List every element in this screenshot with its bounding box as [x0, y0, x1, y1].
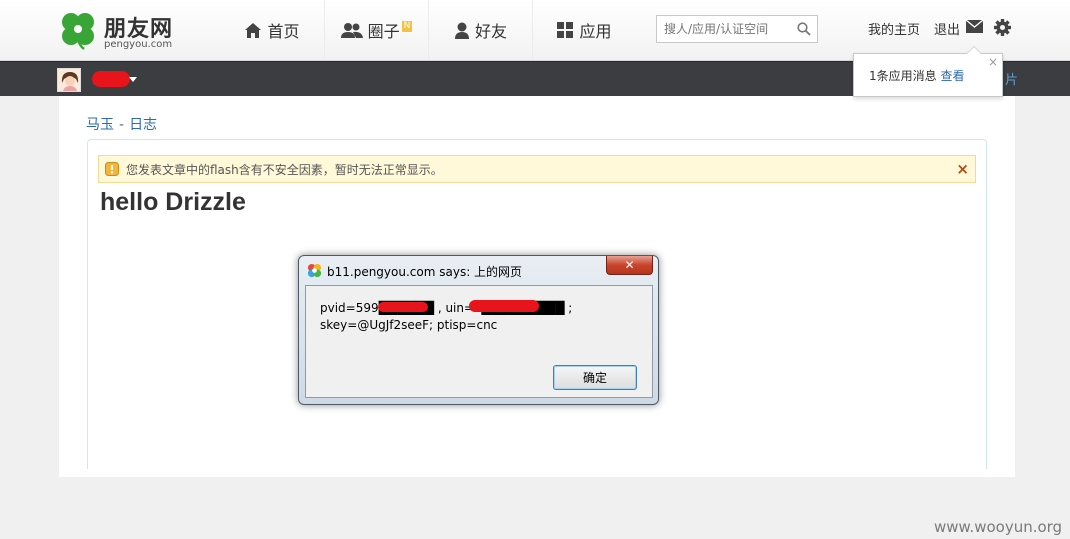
nav-item-friends[interactable]: 好友: [428, 0, 532, 60]
new-badge: N: [401, 20, 413, 32]
nav-item-label: 圈子: [367, 22, 400, 41]
redaction-mark: [378, 302, 428, 312]
warning-text: 您发表文章中的flash含有不安全因素，暂时无法正常显示。: [126, 162, 443, 177]
brand-domain: pengyou.com: [104, 39, 173, 50]
notification-popup: 1条应用消息 查看 ×: [853, 46, 1003, 97]
user-bar-right-link[interactable]: 片: [1005, 69, 1018, 88]
home-icon: [245, 22, 262, 38]
dialog-titlebar[interactable]: b11.pengyou.com says: 上的网页 ✕: [299, 256, 658, 284]
top-navigation-bar: 朋友网 pengyou.com 首页 圈子 N 好友 应用 搜人/应用/认证空间…: [0, 0, 1070, 61]
close-icon[interactable]: ×: [988, 55, 998, 69]
caret-down-icon[interactable]: [129, 77, 137, 82]
mail-icon[interactable]: [966, 20, 983, 33]
gear-icon[interactable]: [994, 19, 1011, 36]
breadcrumb-author[interactable]: 马玉: [86, 117, 114, 133]
avatar[interactable]: [57, 68, 81, 92]
top-right-links: 我的主页 退出: [868, 19, 974, 38]
ok-button[interactable]: 确定: [553, 365, 637, 390]
person-icon: [454, 22, 469, 39]
avatar-image: [58, 69, 80, 91]
alert-dialog: b11.pengyou.com says: 上的网页 ✕ pvid=599███…: [298, 255, 659, 405]
breadcrumb-separator: -: [119, 117, 125, 133]
watermark: www.wooyun.org: [934, 518, 1063, 536]
nav-item-apps[interactable]: 应用: [532, 0, 636, 60]
my-home-link[interactable]: 我的主页: [868, 19, 920, 38]
close-x-icon: ✕: [624, 258, 635, 272]
people-icon: [340, 22, 363, 38]
dialog-message-line-2: skey=@UgJf2seeF; ptisp=cnc: [320, 318, 498, 332]
nav-item-label: 应用: [579, 22, 612, 41]
dialog-title: b11.pengyou.com says: 上的网页: [327, 265, 523, 279]
grid-icon: [557, 21, 574, 38]
notification-text: 1条应用消息: [869, 69, 937, 83]
search-box: [656, 15, 818, 43]
dismiss-warning-icon[interactable]: ×: [956, 160, 969, 178]
clover-logo-icon: [62, 13, 94, 50]
flash-warning-banner: 您发表文章中的flash含有不安全因素，暂时无法正常显示。 ×: [98, 155, 976, 183]
nav-item-label: 首页: [267, 22, 300, 41]
main-nav: 首页 圈子 N 好友 应用: [220, 0, 636, 60]
logout-link[interactable]: 退出: [934, 19, 960, 38]
view-notification-link[interactable]: 查看: [940, 69, 964, 83]
breadcrumb-section[interactable]: 日志: [129, 117, 157, 133]
warning-icon: [105, 162, 119, 176]
breadcrumb: 马玉 - 日志: [86, 114, 157, 134]
browser-app-icon: [307, 263, 322, 278]
redaction-mark: [469, 300, 539, 312]
dialog-body: pvid=599██████ , uin=o█████████ ; skey=@…: [305, 285, 653, 398]
search-input[interactable]: [657, 16, 787, 42]
nav-item-label: 好友: [474, 22, 507, 41]
dialog-close-button[interactable]: ✕: [606, 256, 653, 275]
search-icon[interactable]: [797, 22, 811, 36]
redacted-username[interactable]: [92, 71, 130, 87]
nav-item-home[interactable]: 首页: [220, 0, 324, 60]
popup-arrow: [966, 46, 982, 54]
article-title: hello Drizzle: [100, 188, 246, 216]
pengyou-logo[interactable]: 朋友网 pengyou.com: [58, 10, 178, 52]
nav-item-circles[interactable]: 圈子 N: [324, 0, 428, 60]
